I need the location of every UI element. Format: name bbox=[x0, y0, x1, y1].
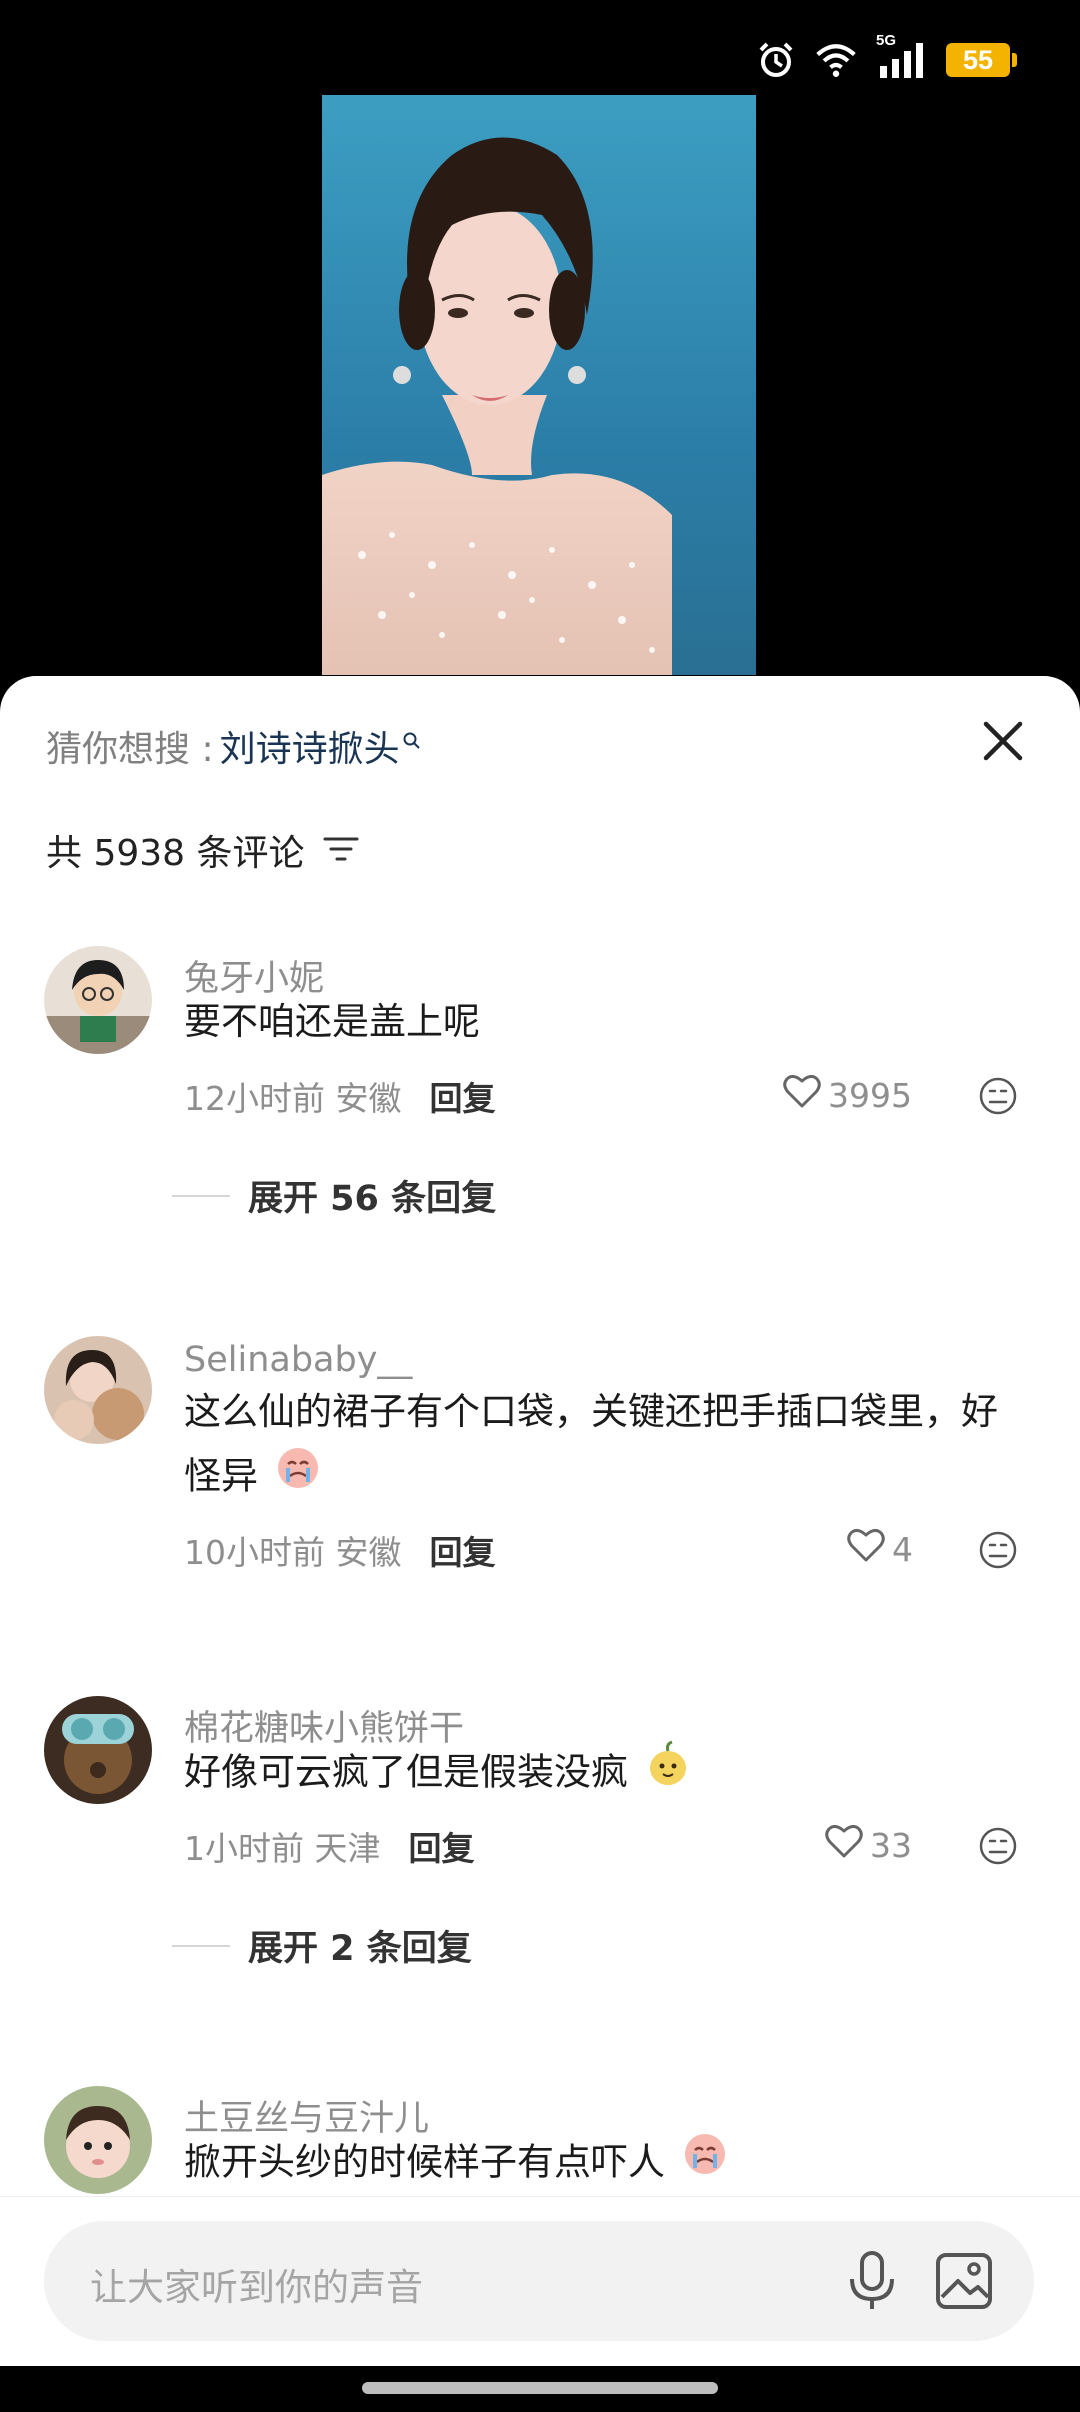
heart-icon bbox=[846, 1526, 886, 1572]
like-button[interactable]: 33 bbox=[824, 1822, 912, 1868]
network-type: 5G bbox=[876, 32, 897, 49]
comment-input-bar: 让大家听到你的声音 bbox=[0, 2196, 1080, 2367]
like-button[interactable]: 4 bbox=[846, 1526, 913, 1572]
wifi-icon bbox=[814, 38, 858, 82]
avatar[interactable] bbox=[44, 2086, 152, 2194]
like-count: 4 bbox=[892, 1529, 913, 1569]
comment-text: 好像可云疯了但是假装没疯 bbox=[184, 1740, 1020, 1808]
video-thumbnail[interactable] bbox=[322, 95, 756, 675]
reply-button[interactable]: 回复 bbox=[429, 1072, 495, 1120]
divider-line bbox=[172, 1944, 230, 1947]
suggested-search-label: 猜你想搜 : bbox=[46, 729, 214, 770]
comment-meta: 10小时前 安徽 回复 bbox=[184, 1526, 495, 1574]
image-icon[interactable] bbox=[934, 2251, 994, 2311]
comment-time-location: 12小时前 安徽 bbox=[184, 1079, 402, 1118]
comment-input[interactable]: 让大家听到你的声音 bbox=[44, 2221, 1034, 2341]
search-icon bbox=[402, 719, 422, 760]
status-icons: 5G 55 bbox=[754, 32, 1017, 82]
filter-icon[interactable] bbox=[323, 833, 359, 874]
like-count: 33 bbox=[870, 1825, 912, 1865]
comment-text: 掀开头纱的时候样子有点吓人 bbox=[184, 2130, 1020, 2198]
expand-replies-label: 展开 56 条回复 bbox=[248, 1179, 497, 1219]
signal-icon: 5G bbox=[874, 32, 930, 82]
expand-replies-label: 展开 2 条回复 bbox=[248, 1929, 472, 1969]
comment-username[interactable]: Selinababy__ bbox=[184, 1340, 412, 1380]
expand-replies-button[interactable]: 展开 56 条回复 bbox=[172, 1170, 496, 1221]
emoji-face-icon[interactable] bbox=[978, 1076, 1018, 1116]
comment-text: 这么仙的裙子有个口袋，关键还把手插口袋里，好怪异 bbox=[184, 1380, 1020, 1512]
comment-input-placeholder: 让大家听到你的声音 bbox=[90, 2266, 423, 2309]
comment-count: 共 5938 条评论 bbox=[46, 833, 305, 874]
crying-emoji-icon bbox=[681, 2130, 729, 2198]
comment-text: 要不咱还是盖上呢 bbox=[184, 1000, 480, 1043]
comment-text-content: 好像可云疯了但是假装没疯 bbox=[184, 1750, 628, 1794]
suggested-search[interactable]: 猜你想搜 : 刘诗诗掀头 bbox=[46, 720, 422, 772]
comment-sheet: 猜你想搜 : 刘诗诗掀头 共 5938 条评论 兔牙小妮 要不咱还是盖上呢 12… bbox=[0, 676, 1080, 2412]
close-icon[interactable] bbox=[978, 716, 1028, 766]
like-count: 3995 bbox=[828, 1075, 912, 1115]
crying-emoji-icon bbox=[274, 1444, 322, 1512]
like-button[interactable]: 3995 bbox=[782, 1072, 912, 1118]
comment-meta: 12小时前 安徽 回复 bbox=[184, 1072, 495, 1120]
avatar[interactable] bbox=[44, 946, 152, 1054]
battery-icon: 55 bbox=[946, 43, 1017, 77]
avatar[interactable] bbox=[44, 1336, 152, 1444]
heart-icon bbox=[824, 1822, 864, 1868]
reply-button[interactable]: 回复 bbox=[409, 1822, 475, 1870]
reply-button[interactable]: 回复 bbox=[429, 1526, 495, 1574]
comment-text-content: 掀开头纱的时候样子有点吓人 bbox=[184, 2140, 665, 2184]
emoji-face-icon[interactable] bbox=[978, 1826, 1018, 1866]
heart-icon bbox=[782, 1072, 822, 1118]
comment-time-location: 10小时前 安徽 bbox=[184, 1533, 402, 1572]
pear-emoji-icon bbox=[644, 1740, 692, 1808]
comment-meta: 1小时前 天津 回复 bbox=[184, 1822, 475, 1870]
avatar[interactable] bbox=[44, 1696, 152, 1804]
divider-line bbox=[172, 1194, 230, 1197]
suggested-search-keyword[interactable]: 刘诗诗掀头 bbox=[220, 720, 400, 772]
comment-time-location: 1小时前 天津 bbox=[184, 1829, 381, 1868]
comment-count-row: 共 5938 条评论 bbox=[46, 824, 359, 876]
home-indicator[interactable] bbox=[362, 2382, 718, 2394]
alarm-icon bbox=[754, 38, 798, 82]
expand-replies-button[interactable]: 展开 2 条回复 bbox=[172, 1920, 472, 1971]
emoji-face-icon[interactable] bbox=[978, 1530, 1018, 1570]
mic-icon[interactable] bbox=[842, 2249, 902, 2313]
